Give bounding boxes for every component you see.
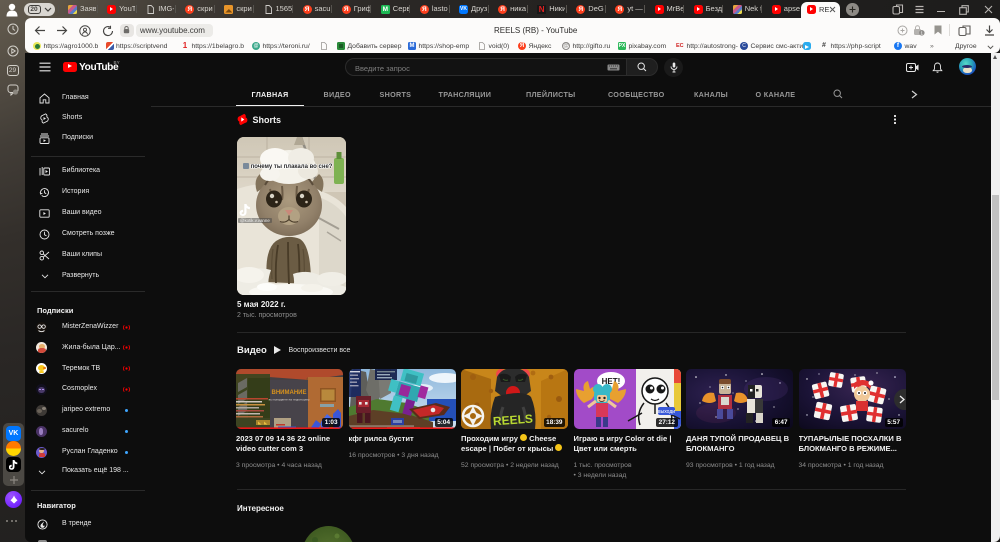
- svg-text:ВНИМАНИЕ: ВНИМАНИЕ: [272, 390, 307, 396]
- svg-text:вы попадаете на территорию: вы попадаете на территорию: [269, 398, 311, 402]
- svg-text:выходи: выходи: [657, 409, 674, 415]
- svg-text:REELS: REELS: [492, 412, 533, 429]
